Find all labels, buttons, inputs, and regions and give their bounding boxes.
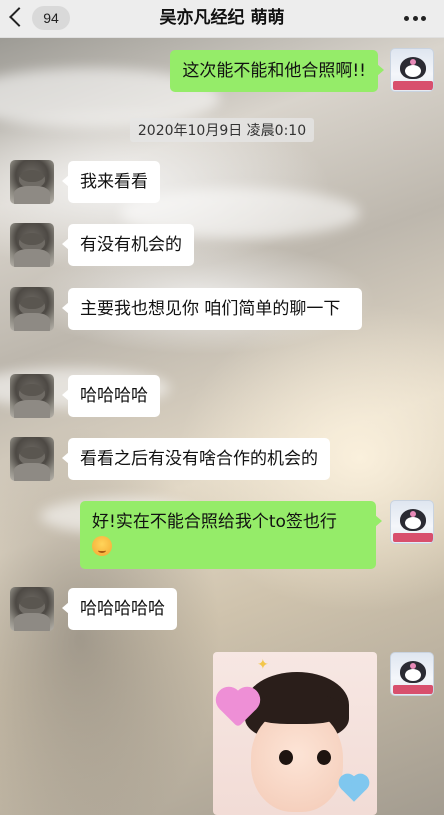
contact-avatar[interactable] xyxy=(10,374,54,418)
relieved-face-emoji xyxy=(92,536,112,556)
message-bubble-sent[interactable]: 好!实在不能合照给我个to签也行 xyxy=(80,501,382,569)
image-message[interactable]: ✦ xyxy=(213,652,377,815)
photo-bangs xyxy=(249,694,345,724)
photo-eye xyxy=(317,750,331,765)
blue-heart-icon xyxy=(341,776,367,802)
sparkle-icon: ✦ xyxy=(257,657,269,673)
message-bubble-received[interactable]: 哈哈哈哈 xyxy=(62,375,160,417)
contact-avatar[interactable] xyxy=(10,223,54,267)
message-bubble-received[interactable]: 有没有机会的 xyxy=(62,224,194,266)
more-dots-icon[interactable] xyxy=(404,16,426,22)
contact-avatar[interactable] xyxy=(10,287,54,331)
my-avatar[interactable] xyxy=(390,500,434,544)
message-timestamp: 2020年10月9日 凌晨0:10 xyxy=(0,118,444,142)
message-bubble-received[interactable]: 看看之后有没有啥合作的机会的 xyxy=(62,438,330,480)
contact-avatar[interactable] xyxy=(10,587,54,631)
timestamp-label: 2020年10月9日 凌晨0:10 xyxy=(129,118,315,142)
contact-avatar[interactable] xyxy=(10,160,54,204)
contact-avatar[interactable] xyxy=(10,437,54,481)
chat-header: 94 吴亦凡经纪 萌萌 xyxy=(0,0,444,38)
message-bubble-sent[interactable]: 这次能不能和他合照啊!! xyxy=(170,50,384,92)
message-text: 好!实在不能合照给我个to签也行 xyxy=(92,512,337,532)
my-avatar[interactable] xyxy=(390,48,434,92)
chat-title: 吴亦凡经纪 萌萌 xyxy=(159,8,285,28)
message-bubble-received[interactable]: 我来看看 xyxy=(62,161,160,203)
photo-eye xyxy=(279,750,293,765)
my-avatar[interactable] xyxy=(390,652,434,696)
message-bubble-received[interactable]: 哈哈哈哈哈 xyxy=(62,588,177,630)
message-bubble-received[interactable]: 主要我也想见你 咱们简单的聊一下 xyxy=(62,288,362,330)
